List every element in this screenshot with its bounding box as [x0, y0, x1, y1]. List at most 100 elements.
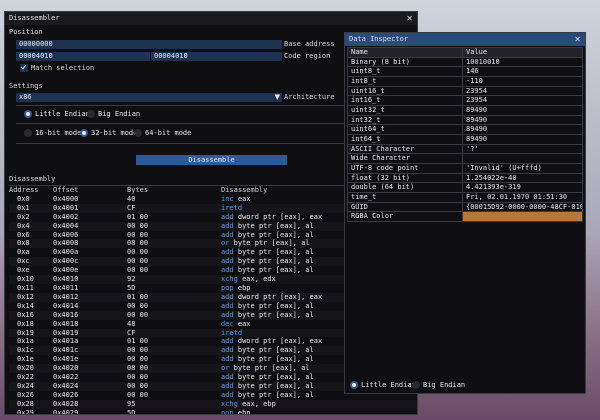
cell-offset: 0x4018	[53, 319, 79, 328]
inspector-field-value[interactable]: 1.254022e-40	[462, 172, 583, 184]
inspector-row[interactable]: int64_t 89490	[347, 133, 583, 145]
cell-offset: 0x401c	[53, 346, 127, 356]
mnemonic: add	[221, 390, 234, 399]
operands: eax, edx	[242, 275, 276, 284]
inspector-row[interactable]: GUID{00015D92-0000-0000-48CF-01000000	[347, 201, 583, 213]
rgba-color-swatch[interactable]	[462, 211, 583, 222]
cell-address: 0x12	[9, 292, 53, 302]
inspector-row[interactable]: uint16_t 23954	[347, 85, 583, 97]
inspector-field-value[interactable]: 89490	[462, 133, 583, 145]
inspector-row[interactable]: Wide Character	[347, 153, 583, 164]
inspector-field-name: float (32 bit)	[347, 172, 463, 184]
data-inspector-table[interactable]: Name Value Binary (8 bit) 10010010 uint8_t…	[347, 47, 583, 222]
inspector-row[interactable]: time_t Fri, 02.01.1970 01:51:30	[347, 191, 583, 203]
64bit-mode-radio[interactable]	[134, 129, 142, 137]
operands: eax	[237, 319, 251, 328]
cell-address: 0x2	[17, 212, 30, 221]
inspector-row[interactable]: uint64_t 89490	[347, 124, 583, 135]
32bit-mode-radio[interactable]	[80, 129, 88, 137]
base-address-input[interactable]: 00000000	[16, 40, 282, 49]
inspector-row[interactable]: uint8_t 146	[347, 66, 583, 77]
inspector-row[interactable]: double (64 bit) 4.421393e-319	[347, 182, 583, 193]
operands: eax, ebp	[242, 399, 276, 408]
column-header-value[interactable]: Value	[462, 47, 583, 58]
data-inspector-titlebar[interactable]: Data Inspector ✕	[345, 33, 585, 46]
inspector-row[interactable]: int32_t 89490	[347, 114, 583, 126]
operands: byte ptr [eax], al	[237, 373, 314, 382]
close-icon[interactable]: ✕	[574, 33, 581, 46]
cell-bytes: 48	[127, 319, 136, 328]
inspector-field-value[interactable]: 89490	[462, 124, 583, 135]
inspector-row[interactable]: uint32_t 89490	[347, 104, 583, 116]
inspector-field-value[interactable]: 146	[462, 66, 583, 77]
cell-bytes: 40	[127, 194, 136, 203]
inspector-field-value[interactable]: Fri, 02.01.1970 01:51:30	[462, 191, 583, 203]
match-selection-label: Match selection	[31, 64, 95, 72]
inspector-field-value[interactable]: {00015D92-0000-0000-48CF-01000000	[462, 201, 583, 213]
table-row[interactable]: 0x29 0x4029 5D pop ebp	[9, 409, 417, 414]
inspector-row[interactable]: Binary (8 bit) 10010010	[347, 56, 583, 68]
column-header-offset[interactable]: Offset	[53, 186, 127, 195]
inspector-field-name: Binary (8 bit)	[347, 56, 463, 68]
disassemble-button[interactable]: Disassemble	[136, 155, 287, 165]
inspector-row[interactable]: float (32 bit) 1.254022e-40	[347, 172, 583, 184]
code-region-start-input[interactable]: 00004010	[16, 52, 150, 61]
inspector-field-value[interactable]: 23954	[462, 95, 583, 106]
operands: byte ptr [eax], al	[237, 221, 314, 230]
inspector-field-value[interactable]: -110	[462, 75, 583, 87]
little-endian-radio[interactable]	[24, 110, 32, 118]
column-header-name[interactable]: Name	[347, 47, 463, 58]
match-selection-checkbox[interactable]	[20, 64, 28, 72]
cell-bytes: 00 00	[127, 373, 149, 382]
cell-offset: 0x4012	[53, 292, 127, 302]
mnemonic: xchg	[221, 275, 238, 284]
cell-bytes: 00 00	[127, 381, 221, 391]
inspector-row[interactable]: ASCII Character '?'	[347, 143, 583, 155]
inspector-field-value[interactable]: 10010010	[462, 56, 583, 68]
table-row[interactable]: 0x28 0x4028 95 xchg eax, ebp	[9, 399, 417, 409]
code-region-label: Code region	[284, 52, 331, 60]
cell-offset: 0x401a	[53, 337, 79, 346]
chevron-down-icon[interactable]: ▼	[275, 93, 280, 102]
inspector-row[interactable]: int8_t -110	[347, 75, 583, 87]
operands: ebp	[237, 283, 251, 292]
cell-offset: 0x4002	[53, 212, 79, 221]
cell-bytes: 08 00	[127, 239, 221, 249]
base-address-label: Base address	[284, 40, 335, 48]
column-header-address[interactable]: Address	[9, 186, 53, 195]
mnemonic: add	[221, 310, 234, 319]
cell-address: 0x10	[9, 275, 53, 284]
cell-address: 0x19	[9, 328, 53, 338]
cell-address: 0xc	[9, 257, 53, 267]
code-region-end-input[interactable]: 00004010	[151, 52, 282, 61]
cell-disassembly: pop ebp	[221, 409, 417, 414]
inspector-big-endian-radio[interactable]	[412, 381, 420, 389]
mnemonic: or	[221, 239, 230, 248]
16bit-mode-radio[interactable]	[24, 129, 32, 137]
inspector-row[interactable]: UTF-8 code point 'Invalid' (U+fffd)	[347, 162, 583, 174]
inspector-field-name: Wide Character	[347, 153, 463, 164]
inspector-row[interactable]: RGBA Color	[347, 211, 583, 222]
close-icon[interactable]: ✕	[406, 12, 413, 25]
inspector-field-value[interactable]: 'Invalid' (U+fffd)	[462, 162, 583, 174]
operands: byte ptr [eax], al	[237, 381, 314, 390]
disassembler-titlebar[interactable]: Disassembler ✕	[5, 12, 417, 25]
cell-bytes: 01 00	[127, 212, 149, 221]
inspector-field-value[interactable]: '?'	[462, 143, 583, 155]
inspector-field-value[interactable]: 89490	[462, 114, 583, 126]
big-endian-radio[interactable]	[87, 110, 95, 118]
inspector-little-endian-radio[interactable]	[350, 381, 358, 389]
inspector-field-value[interactable]: 4.421393e-319	[462, 182, 583, 193]
architecture-select[interactable]: x86 ▼	[16, 93, 282, 102]
inspector-field-value[interactable]: 89490	[462, 104, 583, 116]
cell-bytes: CF	[127, 203, 221, 213]
column-header-bytes[interactable]: Bytes	[127, 186, 221, 195]
cell-offset: 0x4019	[53, 328, 127, 338]
cell-offset: 0x4000	[53, 194, 79, 203]
cell-bytes: 00 00	[127, 346, 221, 356]
inspector-field-name: time_t	[347, 191, 463, 203]
cell-offset: 0x4010	[53, 275, 127, 284]
inspector-row[interactable]: int16_t 23954	[347, 95, 583, 106]
inspector-field-value[interactable]	[462, 153, 583, 164]
inspector-field-value[interactable]: 23954	[462, 85, 583, 97]
